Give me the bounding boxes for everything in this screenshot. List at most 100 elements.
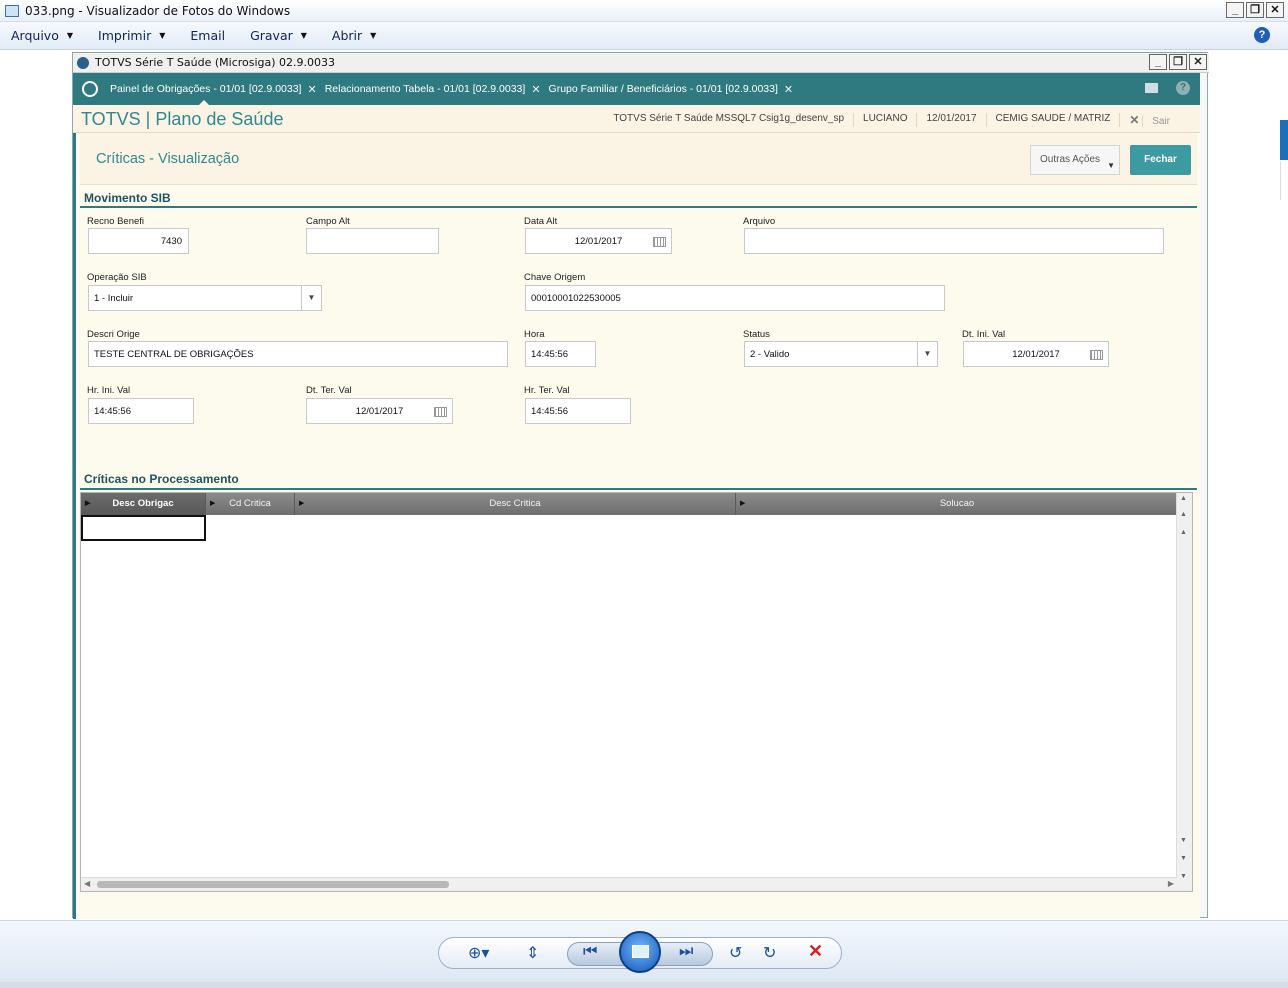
close-tab-icon[interactable]: ✕ (784, 83, 793, 96)
scroll-top-icon[interactable]: ▲ (1180, 495, 1187, 502)
chevron-down-icon: ▼ (159, 31, 166, 40)
column-header-desc-obrigac[interactable]: ▶ Desc Obrigac (81, 493, 206, 515)
menu-imprimir[interactable]: Imprimir ▼ (98, 28, 165, 43)
calendar-icon[interactable] (1090, 350, 1103, 360)
close-tab-icon[interactable]: ✕ (307, 83, 316, 96)
recno-field[interactable]: 7430 (88, 228, 189, 254)
zoom-icon[interactable]: ⊕▾ (468, 943, 489, 963)
horizontal-scrollbar[interactable]: ◀ ▶ (81, 877, 1177, 891)
menu-gravar[interactable]: Gravar ▼ (250, 28, 307, 43)
chevron-down-icon[interactable]: ▼ (301, 286, 321, 310)
campo-alt-field[interactable] (306, 228, 439, 254)
scroll-down-icon[interactable]: ▼ (1180, 837, 1187, 844)
dt-ter-val-field[interactable]: 12/01/2017 (306, 398, 453, 424)
slideshow-button[interactable] (619, 931, 661, 973)
selected-cell[interactable] (81, 515, 206, 541)
fit-window-icon[interactable]: ⇕ (526, 943, 539, 963)
minimize-button[interactable]: _ (1226, 2, 1244, 18)
viewer-window-controls: _ ❐ ✕ (1226, 2, 1284, 18)
column-header-solucao[interactable]: ▶ Solucao (736, 493, 1178, 515)
close-icon: ✕ (1129, 113, 1140, 127)
close-tab-icon[interactable]: ✕ (531, 83, 540, 96)
data-alt-field[interactable]: 12/01/2017 (525, 228, 672, 254)
main-content: Críticas - Visualização Outras Ações ▼ F… (73, 133, 1200, 919)
calendar-icon[interactable] (653, 237, 666, 247)
vertical-scrollbar[interactable]: ▲ ▲ ▲ ▼ ▼ ▼ (1176, 493, 1192, 891)
delete-icon[interactable]: ✕ (808, 941, 823, 962)
scroll-up-icon[interactable]: ▲ (1180, 529, 1187, 536)
totvs-icon (77, 56, 89, 69)
column-header-cd-critica[interactable]: ▶ Cd Critica (206, 493, 295, 515)
app-restore-button[interactable]: ❐ (1169, 54, 1187, 70)
chevron-down-icon: ▼ (66, 31, 74, 40)
app-close-button[interactable]: ✕ (1189, 54, 1207, 70)
app-titlebar: TOTVS Série T Saúde (Microsiga) 02.9.003… (73, 53, 1209, 73)
menu-logo-icon[interactable] (82, 81, 98, 97)
descri-orige-field[interactable]: TESTE CENTRAL DE OBRIGAÇÕES (88, 341, 508, 367)
chevron-down-icon: ▼ (300, 31, 307, 40)
tab-relacionamento-tabela[interactable]: Relacionamento Tabela - 01/01 [02.9.0033… (325, 73, 541, 105)
chevron-down-icon: ▼ (370, 31, 377, 40)
sort-arrow-icon: ▶ (210, 500, 216, 507)
menu-abrir[interactable]: Abrir ▼ (332, 28, 376, 43)
app-minimize-button[interactable]: _ (1149, 54, 1167, 70)
close-form-button[interactable]: Fechar (1130, 145, 1191, 175)
descri-orige-label: Descri Orige (87, 329, 140, 340)
help-icon[interactable]: ? (1254, 27, 1270, 43)
hr-ter-val-field[interactable]: 14:45:56 (525, 398, 631, 424)
arquivo-field[interactable] (744, 228, 1164, 254)
scroll-bottom-icon[interactable]: ▼ (1180, 873, 1187, 880)
hr-ter-val-label: Hr. Ter. Val (524, 385, 570, 396)
close-button[interactable]: ✕ (1266, 2, 1284, 18)
slideshow-icon (632, 945, 649, 958)
menu-arquivo[interactable]: Arquivo ▼ (11, 28, 73, 43)
arquivo-label: Arquivo (743, 216, 776, 227)
sort-arrow-icon: ▶ (740, 500, 746, 507)
scroll-thumb[interactable] (97, 881, 449, 888)
status-select[interactable]: 2 - Valido ▼ (744, 341, 938, 367)
scroll-page-up-icon[interactable]: ▲ (1180, 511, 1187, 518)
next-icon[interactable]: ⏭ (679, 943, 693, 961)
chave-origem-field[interactable]: 00010001022530005 (525, 285, 945, 311)
dt-ini-val-field[interactable]: 12/01/2017 (963, 341, 1109, 367)
scroll-right-icon[interactable]: ▶ (1168, 879, 1174, 888)
environment-label: TOTVS Série T Saúde MSSQL7 Csig1g_desenv… (613, 113, 845, 124)
hora-label: Hora (524, 329, 545, 340)
mail-icon[interactable] (1145, 83, 1158, 93)
operacao-label: Operação SIB (87, 272, 147, 283)
section-title-movimento: Movimento SIB (84, 191, 171, 205)
grid-header: ▶ Desc Obrigac ▶ Cd Critica ▶ Desc Critica … (81, 493, 1178, 515)
app-window-controls: _ ❐ ✕ (1149, 54, 1207, 70)
menu-email[interactable]: Email (190, 28, 225, 43)
hr-ini-val-label: Hr. Ini. Val (87, 385, 131, 396)
dt-ini-val-label: Dt. Ini. Val (962, 329, 1006, 340)
page-header: Críticas - Visualização Outras Ações ▼ F… (80, 133, 1197, 185)
operacao-select[interactable]: 1 - Incluir ▼ (88, 285, 322, 311)
scroll-left-icon[interactable]: ◀ (84, 879, 90, 888)
hora-field[interactable]: 14:45:56 (525, 341, 596, 367)
chevron-down-icon: ▼ (1107, 161, 1115, 170)
user-label: LUCIANO (853, 113, 916, 127)
app-window: TOTVS Série T Saúde (Microsiga) 02.9.003… (72, 52, 1209, 919)
session-info: TOTVS Série T Saúde MSSQL7 Csig1g_desenv… (604, 113, 1188, 127)
chave-origem-label: Chave Origem (524, 272, 586, 283)
photo-viewer-icon (5, 4, 19, 17)
other-actions-button[interactable]: Outras Ações ▼ (1030, 145, 1120, 175)
date-label: 12/01/2017 (916, 113, 985, 127)
rotate-right-icon[interactable]: ↻ (763, 943, 776, 963)
column-header-desc-critica[interactable]: ▶ Desc Critica (295, 493, 736, 515)
rotate-left-icon[interactable]: ↺ (729, 943, 742, 963)
hr-ini-val-field[interactable]: 14:45:56 (88, 398, 194, 424)
tab-grupo-familiar[interactable]: Grupo Familiar / Beneficiários - 01/01 [… (549, 73, 794, 105)
restore-button[interactable]: ❐ (1246, 2, 1264, 18)
viewer-toolbar: ⊕▾ ⇕ ⏮ ⏭ ↺ ↻ ✕ (0, 920, 1288, 988)
calendar-icon[interactable] (434, 407, 447, 417)
taskbar-edge (0, 982, 1288, 988)
previous-icon[interactable]: ⏮ (583, 943, 597, 961)
exit-button[interactable]: ✕ Sair (1119, 113, 1188, 127)
scroll-page-down-icon[interactable]: ▼ (1180, 855, 1187, 862)
help-icon[interactable]: ? (1176, 81, 1190, 95)
tab-painel-obrigacoes[interactable]: Painel de Obrigações - 01/01 [02.9.0033]… (110, 73, 317, 106)
chevron-down-icon[interactable]: ▼ (917, 342, 937, 366)
dt-ter-val-label: Dt. Ter. Val (306, 385, 352, 396)
